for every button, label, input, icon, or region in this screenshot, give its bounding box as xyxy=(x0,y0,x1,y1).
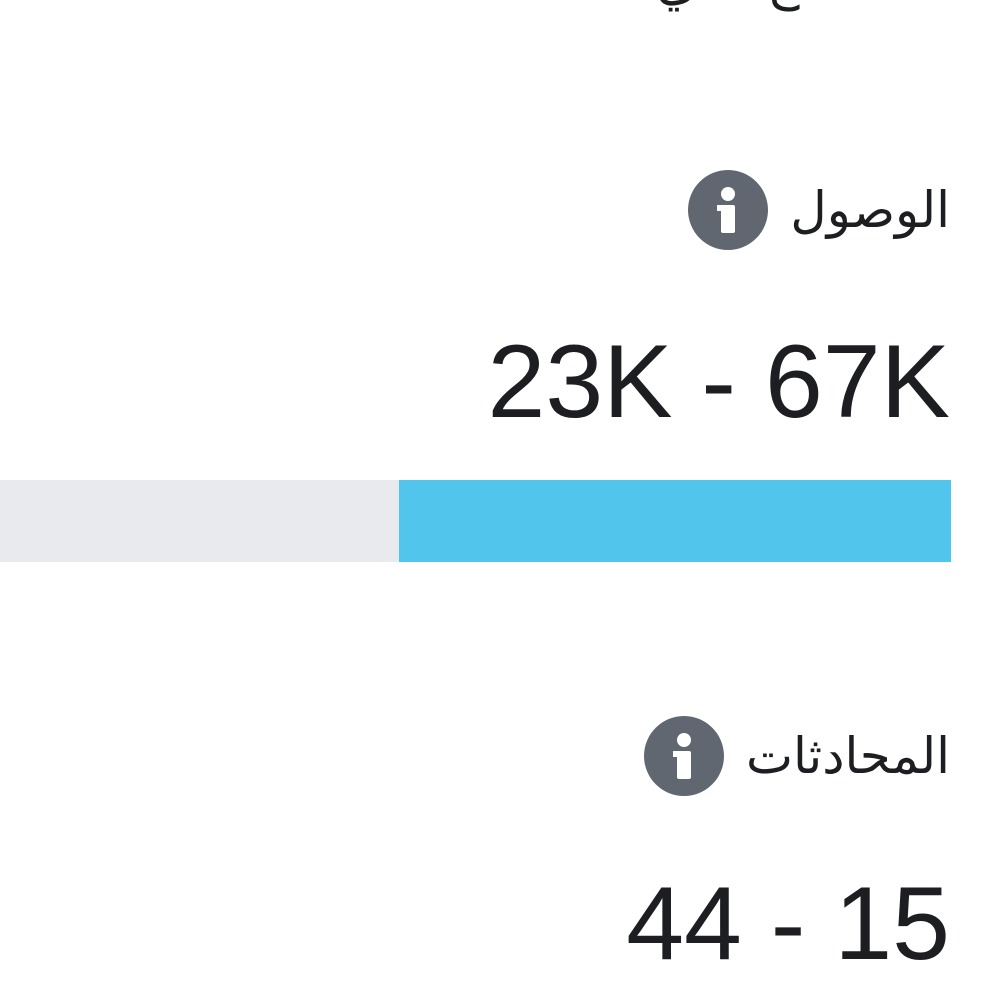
reach-header: الوصول xyxy=(0,170,950,250)
conversations-header: المحادثات xyxy=(0,716,950,796)
reach-metric: الوصول xyxy=(0,170,950,250)
info-icon[interactable] xyxy=(643,716,724,796)
conversations-metric: المحادثات xyxy=(0,716,950,796)
info-icon[interactable] xyxy=(688,170,769,250)
reach-label: الوصول xyxy=(790,182,950,238)
conversations-value: 44 - 15 xyxy=(626,866,950,982)
reach-progress-fill xyxy=(399,480,951,562)
reach-value: 23K - 67K xyxy=(487,324,950,440)
conversations-label: المحادثات xyxy=(745,728,950,784)
cropped-top-text: ع ... ي xyxy=(656,0,800,12)
reach-progress-bar xyxy=(0,480,951,562)
